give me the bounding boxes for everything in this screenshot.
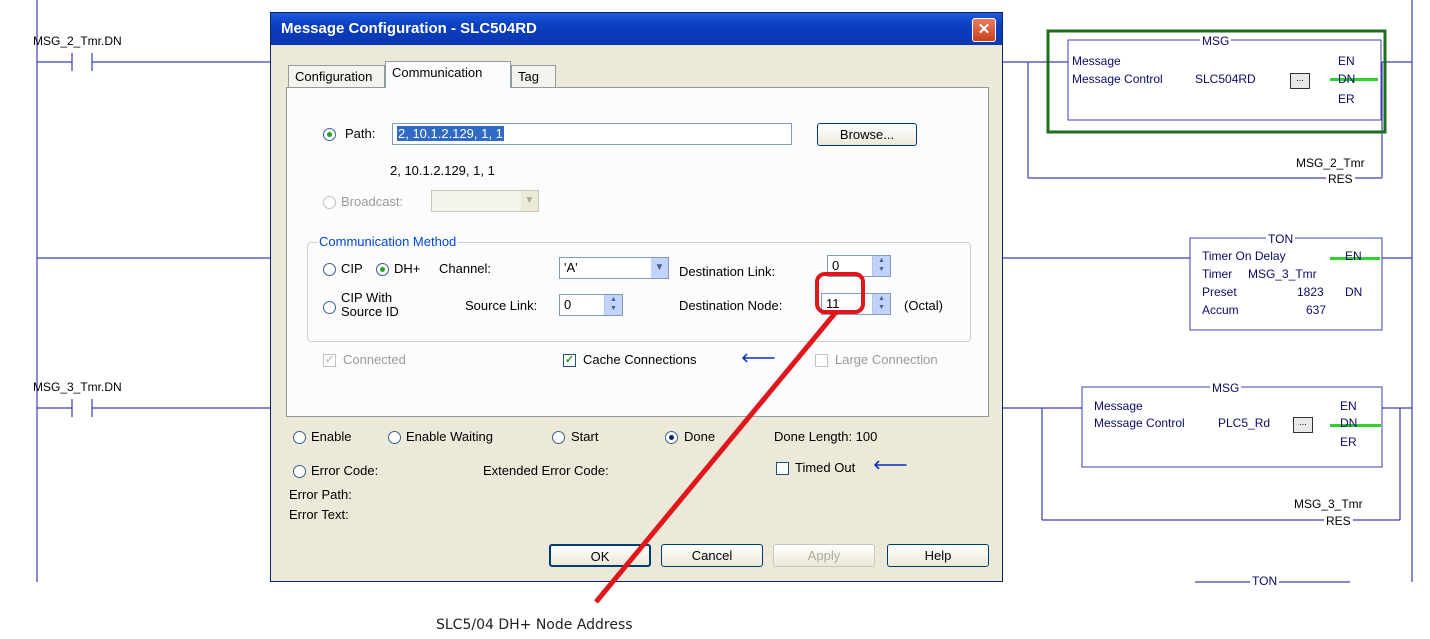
annotation-overlay: [594, 272, 865, 604]
annotation-caption: SLC5/04 DH+ Node Address: [436, 617, 633, 633]
tab-communication[interactable]: Communication: [385, 61, 511, 88]
highlight-box: [815, 272, 865, 314]
pointer-arrow: [594, 310, 838, 604]
